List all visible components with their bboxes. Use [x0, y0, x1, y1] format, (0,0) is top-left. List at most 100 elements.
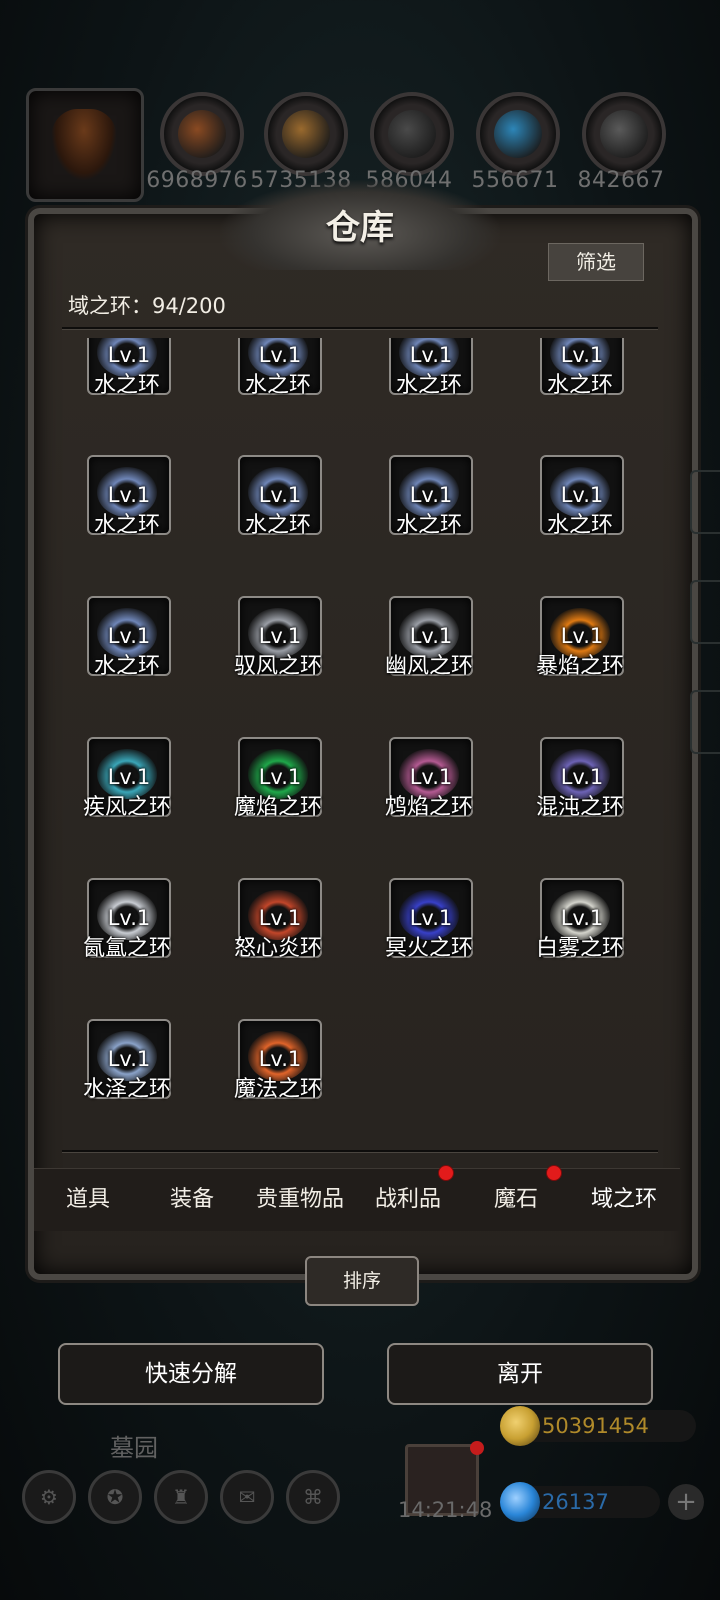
stone-icon — [388, 110, 436, 158]
divider — [62, 327, 658, 329]
tab-1[interactable]: 装备 — [138, 1169, 246, 1231]
gold-amount: 50391454 — [542, 1414, 649, 1438]
location-name: 墓园 — [110, 1434, 158, 1462]
inventory-item[interactable]: Lv.1 水之环 — [515, 338, 658, 457]
side-tab[interactable] — [690, 690, 720, 754]
resource-slot[interactable] — [370, 92, 454, 176]
inventory-item[interactable]: Lv.1 水之环 — [62, 596, 212, 738]
gem-counter: 26137 — [500, 1482, 660, 1522]
clock: 14:21:48 — [398, 1498, 493, 1522]
item-level: Lv.1 — [560, 906, 604, 930]
item-name: 怒心炎环 — [233, 936, 322, 961]
inventory-item[interactable]: Lv.1 水泽之环 — [62, 1019, 212, 1148]
item-name: 幽风之环 — [384, 654, 473, 679]
item-name: 鸩焰之环 — [384, 795, 473, 820]
item-name: 魔焰之环 — [233, 795, 322, 820]
hooded-figure-icon — [51, 109, 117, 181]
tab-label: 装备 — [169, 1187, 214, 1212]
side-tab[interactable] — [690, 470, 720, 534]
capacity-count: 域之环：94/200 — [68, 294, 226, 318]
item-level: Lv.1 — [409, 483, 453, 507]
inventory-item[interactable]: Lv.1 白雾之环 — [515, 878, 658, 1020]
notification-dot — [438, 1165, 454, 1181]
tab-0[interactable]: 道具 — [34, 1169, 142, 1231]
inventory-item[interactable]: Lv.1 暴焰之环 — [515, 596, 658, 738]
inventory-item[interactable]: Lv.1 水之环 — [213, 338, 363, 457]
item-level: Lv.1 — [409, 906, 453, 930]
item-name: 氤氲之环 — [82, 936, 171, 961]
gold-counter: 50391454 — [500, 1406, 696, 1446]
inventory-item[interactable]: Lv.1 水之环 — [515, 455, 658, 597]
page-title: 仓库 — [326, 208, 394, 248]
inventory-item[interactable]: Lv.1 疾风之环 — [62, 737, 212, 879]
inventory-item[interactable]: Lv.1 驭风之环 — [213, 596, 363, 738]
quick-decompose-button[interactable]: 快速分解 — [58, 1343, 324, 1405]
leave-button[interactable]: 离开 — [387, 1343, 653, 1405]
tab-label: 道具 — [65, 1187, 110, 1212]
inventory-item[interactable]: Lv.1 魔法之环 — [213, 1019, 363, 1148]
side-tab[interactable] — [690, 580, 720, 644]
inventory-item[interactable]: Lv.1 水之环 — [62, 455, 212, 597]
inventory-item[interactable]: Lv.1 水之环 — [62, 338, 212, 457]
resource-slot[interactable] — [582, 92, 666, 176]
inventory-item[interactable]: Lv.1 怒心炎环 — [213, 878, 363, 1020]
item-level: Lv.1 — [560, 765, 604, 789]
tab-4[interactable]: 魔石 — [462, 1165, 570, 1231]
gem-icon — [500, 1482, 540, 1522]
tab-label: 魔石 — [493, 1187, 538, 1212]
inventory-item[interactable]: Lv.1 水之环 — [364, 455, 514, 597]
inventory-item[interactable]: Lv.1 幽风之环 — [364, 596, 514, 738]
item-level: Lv.1 — [107, 765, 151, 789]
item-level: Lv.1 — [107, 624, 151, 648]
map-icon[interactable]: ⌘ — [286, 1470, 340, 1524]
inventory-item[interactable]: Lv.1 鸩焰之环 — [364, 737, 514, 879]
inventory-item[interactable]: Lv.1 混沌之环 — [515, 737, 658, 879]
tab-label: 域之环 — [590, 1187, 657, 1212]
hero-portrait-slot[interactable] — [26, 88, 144, 202]
item-level: Lv.1 — [560, 483, 604, 507]
item-name: 水之环 — [93, 513, 160, 538]
mail-icon[interactable]: ✉ — [220, 1470, 274, 1524]
resource-slot[interactable] — [160, 92, 244, 176]
resource-slot[interactable] — [264, 92, 348, 176]
tab-3[interactable]: 战利品 — [354, 1165, 462, 1231]
item-name: 水之环 — [395, 373, 462, 398]
item-name: 水之环 — [93, 373, 160, 398]
gem-amount: 26137 — [542, 1490, 609, 1514]
item-name: 水泽之环 — [82, 1077, 171, 1102]
inventory-item[interactable]: Lv.1 水之环 — [364, 338, 514, 457]
item-level: Lv.1 — [258, 765, 302, 789]
tab-5[interactable]: 域之环 — [570, 1169, 678, 1231]
item-level: Lv.1 — [258, 343, 302, 367]
item-name: 冥火之环 — [384, 936, 473, 961]
settings-icon[interactable]: ⚙ — [22, 1470, 76, 1524]
gold-coin-icon — [500, 1406, 540, 1446]
add-currency-button[interactable]: + — [668, 1484, 704, 1520]
inventory-item[interactable]: Lv.1 魔焰之环 — [213, 737, 363, 879]
crystal-icon — [494, 110, 542, 158]
item-name: 水之环 — [395, 513, 462, 538]
item-level: Lv.1 — [409, 624, 453, 648]
sort-button[interactable]: 排序 — [305, 1256, 419, 1306]
item-level: Lv.1 — [107, 343, 151, 367]
item-name: 水之环 — [244, 513, 311, 538]
tab-label: 贵重物品 — [255, 1187, 344, 1212]
resource-slot[interactable] — [476, 92, 560, 176]
item-grid[interactable]: Lv.1 水之环 Lv.1 水之环 Lv.1 水之环 Lv.1 水之环 Lv.1 水之环 Lv.1 水… — [62, 338, 658, 1148]
inventory-item[interactable]: Lv.1 氤氲之环 — [62, 878, 212, 1020]
filter-button[interactable]: 筛选 — [548, 243, 644, 281]
iron-icon — [600, 110, 648, 158]
inventory-item[interactable]: Lv.1 水之环 — [213, 455, 363, 597]
item-level: Lv.1 — [107, 1047, 151, 1071]
item-level: Lv.1 — [258, 624, 302, 648]
castle-icon[interactable]: ♜ — [154, 1470, 208, 1524]
category-tabs: 道具 装备 贵重物品 战利品 魔石 域之环 — [34, 1165, 680, 1231]
notification-dot — [546, 1165, 562, 1181]
inventory-item[interactable]: Lv.1 冥火之环 — [364, 878, 514, 1020]
resource-amount: 842667 — [577, 168, 665, 193]
item-level: Lv.1 — [107, 483, 151, 507]
item-level: Lv.1 — [258, 483, 302, 507]
tab-2[interactable]: 贵重物品 — [246, 1169, 354, 1231]
star-icon[interactable]: ✪ — [88, 1470, 142, 1524]
item-name: 魔法之环 — [233, 1077, 322, 1102]
